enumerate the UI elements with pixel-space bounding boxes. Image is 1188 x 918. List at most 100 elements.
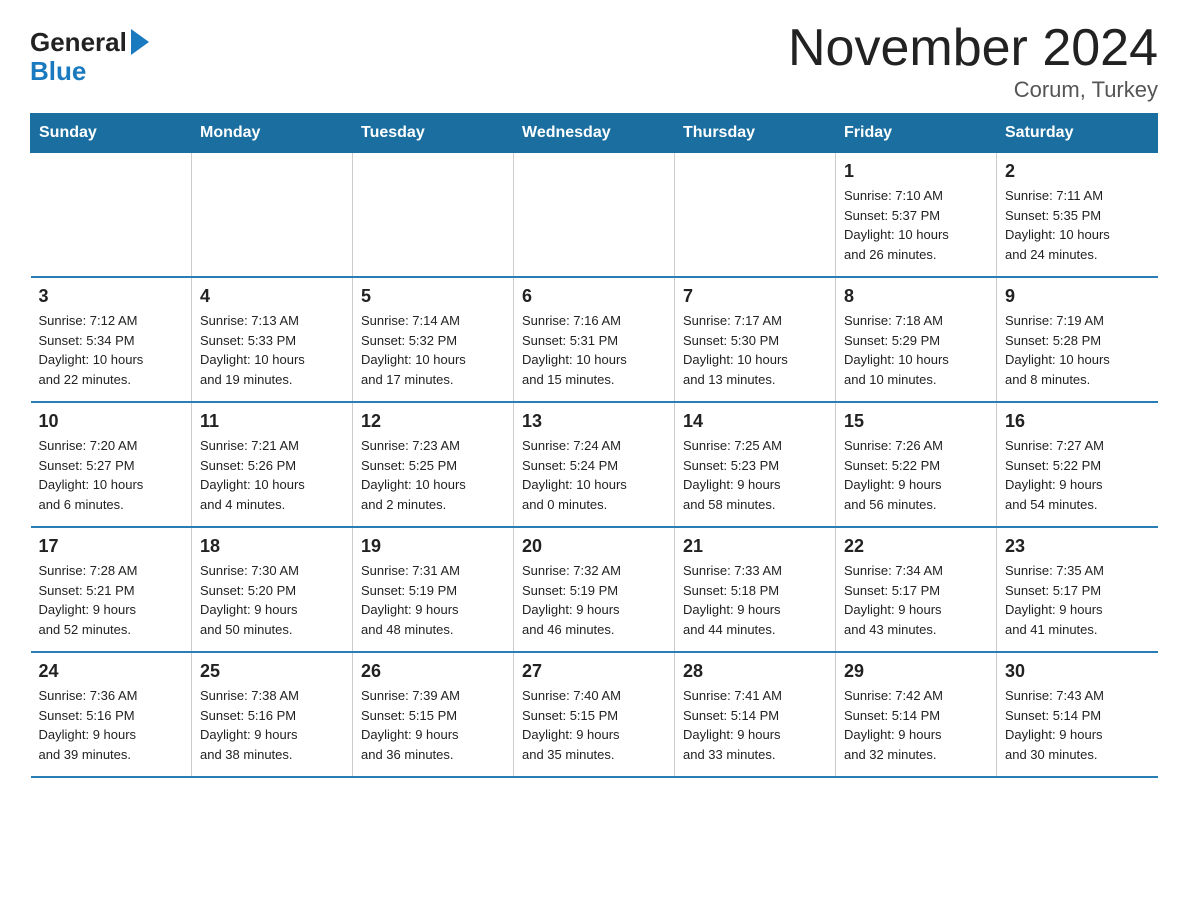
calendar-week-5: 24 Sunrise: 7:36 AM Sunset: 5:16 PM Dayli… [31, 652, 1158, 777]
calendar-cell: 14 Sunrise: 7:25 AM Sunset: 5:23 PM Dayli… [675, 402, 836, 527]
title-block: November 2024 Corum, Turkey [788, 20, 1158, 103]
day-number: 11 [200, 411, 344, 432]
day-number: 13 [522, 411, 666, 432]
calendar-cell: 19Sunrise: 7:31 AM Sunset: 5:19 PM Dayli… [353, 527, 514, 652]
calendar-week-1: 1 Sunrise: 7:10 AM Sunset: 5:37 PM Daylig… [31, 153, 1158, 278]
calendar-cell: 13 Sunrise: 7:24 AM Sunset: 5:24 PM Dayli… [514, 402, 675, 527]
calendar-cell: 15 Sunrise: 7:26 AM Sunset: 5:22 PM Dayli… [836, 402, 997, 527]
calendar-cell: 20 Sunrise: 7:32 AM Sunset: 5:19 PM Dayli… [514, 527, 675, 652]
calendar-cell: 29 Sunrise: 7:42 AM Sunset: 5:14 PM Dayli… [836, 652, 997, 777]
calendar-cell [31, 153, 192, 278]
day-info: Sunrise: 7:20 AM Sunset: 5:27 PM Dayligh… [39, 436, 184, 514]
day-info: Sunrise: 7:17 AM Sunset: 5:30 PM Dayligh… [683, 311, 827, 389]
page-header: General Blue November 2024 Corum, Turkey [30, 20, 1158, 103]
calendar-cell: 30 Sunrise: 7:43 AM Sunset: 5:14 PM Dayli… [997, 652, 1158, 777]
day-info: Sunrise: 7:25 AM Sunset: 5:23 PM Dayligh… [683, 436, 827, 514]
day-number: 28 [683, 661, 827, 682]
calendar-cell [514, 153, 675, 278]
day-info: Sunrise: 7:26 AM Sunset: 5:22 PM Dayligh… [844, 436, 988, 514]
calendar-cell: 6 Sunrise: 7:16 AM Sunset: 5:31 PM Daylig… [514, 277, 675, 402]
calendar-cell: 18Sunrise: 7:30 AM Sunset: 5:20 PM Dayli… [192, 527, 353, 652]
calendar-cell: 8 Sunrise: 7:18 AM Sunset: 5:29 PM Daylig… [836, 277, 997, 402]
calendar-week-3: 10Sunrise: 7:20 AM Sunset: 5:27 PM Dayli… [31, 402, 1158, 527]
calendar-cell: 1 Sunrise: 7:10 AM Sunset: 5:37 PM Daylig… [836, 153, 997, 278]
day-info: Sunrise: 7:35 AM Sunset: 5:17 PM Dayligh… [1005, 561, 1150, 639]
calendar-cell: 2Sunrise: 7:11 AM Sunset: 5:35 PM Daylig… [997, 153, 1158, 278]
day-info: Sunrise: 7:43 AM Sunset: 5:14 PM Dayligh… [1005, 686, 1150, 764]
weekday-header-friday: Friday [836, 114, 997, 153]
day-info: Sunrise: 7:41 AM Sunset: 5:14 PM Dayligh… [683, 686, 827, 764]
calendar-cell: 9 Sunrise: 7:19 AM Sunset: 5:28 PM Daylig… [997, 277, 1158, 402]
day-number: 7 [683, 286, 827, 307]
weekday-header-thursday: Thursday [675, 114, 836, 153]
day-number: 17 [39, 536, 184, 557]
calendar-cell: 5Sunrise: 7:14 AM Sunset: 5:32 PM Daylig… [353, 277, 514, 402]
calendar-cell [192, 153, 353, 278]
day-info: Sunrise: 7:38 AM Sunset: 5:16 PM Dayligh… [200, 686, 344, 764]
day-info: Sunrise: 7:27 AM Sunset: 5:22 PM Dayligh… [1005, 436, 1150, 514]
day-number: 6 [522, 286, 666, 307]
calendar-cell: 10Sunrise: 7:20 AM Sunset: 5:27 PM Dayli… [31, 402, 192, 527]
day-info: Sunrise: 7:10 AM Sunset: 5:37 PM Dayligh… [844, 186, 988, 264]
day-number: 9 [1005, 286, 1150, 307]
subtitle: Corum, Turkey [788, 77, 1158, 103]
day-number: 22 [844, 536, 988, 557]
day-number: 24 [39, 661, 184, 682]
day-info: Sunrise: 7:40 AM Sunset: 5:15 PM Dayligh… [522, 686, 666, 764]
calendar-cell: 28 Sunrise: 7:41 AM Sunset: 5:14 PM Dayli… [675, 652, 836, 777]
calendar-table: SundayMondayTuesdayWednesdayThursdayFrid… [30, 113, 1158, 778]
day-info: Sunrise: 7:12 AM Sunset: 5:34 PM Dayligh… [39, 311, 184, 389]
day-number: 14 [683, 411, 827, 432]
day-info: Sunrise: 7:21 AM Sunset: 5:26 PM Dayligh… [200, 436, 344, 514]
day-number: 15 [844, 411, 988, 432]
day-number: 2 [1005, 161, 1150, 182]
day-number: 21 [683, 536, 827, 557]
calendar-cell [353, 153, 514, 278]
weekday-header-tuesday: Tuesday [353, 114, 514, 153]
day-info: Sunrise: 7:36 AM Sunset: 5:16 PM Dayligh… [39, 686, 184, 764]
day-info: Sunrise: 7:39 AM Sunset: 5:15 PM Dayligh… [361, 686, 505, 764]
calendar-cell: 21Sunrise: 7:33 AM Sunset: 5:18 PM Dayli… [675, 527, 836, 652]
calendar-cell [675, 153, 836, 278]
day-info: Sunrise: 7:32 AM Sunset: 5:19 PM Dayligh… [522, 561, 666, 639]
day-info: Sunrise: 7:34 AM Sunset: 5:17 PM Dayligh… [844, 561, 988, 639]
calendar-cell: 27 Sunrise: 7:40 AM Sunset: 5:15 PM Dayli… [514, 652, 675, 777]
day-number: 3 [39, 286, 184, 307]
calendar-cell: 11 Sunrise: 7:21 AM Sunset: 5:26 PM Dayli… [192, 402, 353, 527]
calendar-cell: 4Sunrise: 7:13 AM Sunset: 5:33 PM Daylig… [192, 277, 353, 402]
day-number: 12 [361, 411, 505, 432]
weekday-header-sunday: Sunday [31, 114, 192, 153]
day-number: 19 [361, 536, 505, 557]
day-number: 20 [522, 536, 666, 557]
day-info: Sunrise: 7:18 AM Sunset: 5:29 PM Dayligh… [844, 311, 988, 389]
day-info: Sunrise: 7:24 AM Sunset: 5:24 PM Dayligh… [522, 436, 666, 514]
day-number: 23 [1005, 536, 1150, 557]
calendar-cell: 12 Sunrise: 7:23 AM Sunset: 5:25 PM Dayli… [353, 402, 514, 527]
day-number: 29 [844, 661, 988, 682]
day-number: 26 [361, 661, 505, 682]
calendar-cell: 26 Sunrise: 7:39 AM Sunset: 5:15 PM Dayli… [353, 652, 514, 777]
weekday-header-wednesday: Wednesday [514, 114, 675, 153]
day-number: 8 [844, 286, 988, 307]
logo-blue-text: Blue [30, 57, 86, 86]
calendar-cell: 7 Sunrise: 7:17 AM Sunset: 5:30 PM Daylig… [675, 277, 836, 402]
logo-arrow-icon [131, 29, 149, 55]
day-info: Sunrise: 7:19 AM Sunset: 5:28 PM Dayligh… [1005, 311, 1150, 389]
calendar-cell: 3 Sunrise: 7:12 AM Sunset: 5:34 PM Daylig… [31, 277, 192, 402]
day-info: Sunrise: 7:23 AM Sunset: 5:25 PM Dayligh… [361, 436, 505, 514]
day-number: 16 [1005, 411, 1150, 432]
day-number: 1 [844, 161, 988, 182]
day-number: 18 [200, 536, 344, 557]
day-info: Sunrise: 7:28 AM Sunset: 5:21 PM Dayligh… [39, 561, 184, 639]
calendar-header-row: SundayMondayTuesdayWednesdayThursdayFrid… [31, 114, 1158, 153]
day-info: Sunrise: 7:16 AM Sunset: 5:31 PM Dayligh… [522, 311, 666, 389]
day-number: 4 [200, 286, 344, 307]
calendar-cell: 17 Sunrise: 7:28 AM Sunset: 5:21 PM Dayli… [31, 527, 192, 652]
logo: General Blue [30, 28, 149, 85]
day-number: 27 [522, 661, 666, 682]
day-info: Sunrise: 7:14 AM Sunset: 5:32 PM Dayligh… [361, 311, 505, 389]
day-info: Sunrise: 7:42 AM Sunset: 5:14 PM Dayligh… [844, 686, 988, 764]
day-number: 30 [1005, 661, 1150, 682]
main-title: November 2024 [788, 20, 1158, 77]
day-number: 25 [200, 661, 344, 682]
